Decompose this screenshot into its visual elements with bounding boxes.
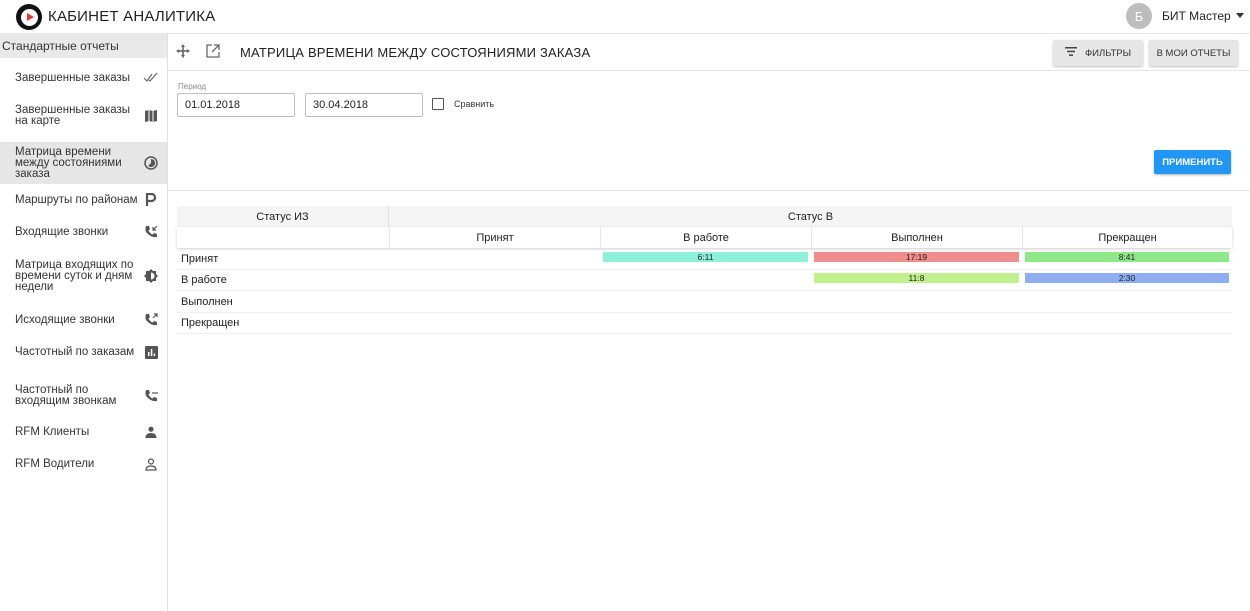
table-column-headers: Принят В работе Выполнен Прекращен bbox=[177, 227, 1232, 248]
timelapse-icon bbox=[143, 155, 159, 171]
status-to-header: Статус В bbox=[787, 210, 834, 223]
filters-button[interactable]: ФИЛЬТРЫ bbox=[1053, 40, 1143, 66]
column-header[interactable]: Принят bbox=[389, 227, 600, 248]
brightness-icon bbox=[143, 268, 159, 284]
incoming-call-icon bbox=[143, 224, 159, 240]
caret-down-icon[interactable] bbox=[1236, 13, 1244, 18]
table-row: Выполнен bbox=[177, 292, 1232, 313]
sidebar-item-incoming-calls-frequency[interactable]: Частотный по входящим звонкам bbox=[0, 374, 167, 418]
matrix-cell[interactable]: 6:11 bbox=[603, 252, 808, 262]
sidebar-item-incoming-calls[interactable]: Входящие звонки bbox=[0, 216, 167, 248]
sidebar-item-label: Маршруты по районам bbox=[15, 193, 138, 206]
sidebar-item-label: Завершенные заказы на карте bbox=[15, 104, 131, 127]
filters-panel: Период 01.01.2018 30.04.2018 Сравнить ПР… bbox=[168, 71, 1250, 191]
matrix-cell[interactable]: 11:8 bbox=[814, 273, 1019, 283]
sidebar-item-label: Матрица входящих по времени суток и дням… bbox=[15, 258, 134, 293]
sidebar-item-incoming-matrix[interactable]: Матрица входящих по времени суток и дням… bbox=[0, 248, 167, 304]
sidebar-item-rfm-clients[interactable]: RFM Клиенты bbox=[0, 416, 167, 448]
sidebar-item-label: Входящие звонки bbox=[15, 225, 109, 238]
add-to-my-reports-button[interactable]: В МОИ ОТЧЕТЫ bbox=[1149, 40, 1238, 66]
sidebar-item-order-status-matrix[interactable]: Матрица времени между состояниями заказа bbox=[0, 142, 167, 184]
sidebar: Стандартные отчеты Завершенные заказы За… bbox=[0, 34, 168, 611]
sidebar-item-label: Матрица времени между состояниями заказа bbox=[15, 145, 122, 180]
sidebar-item-order-frequency[interactable]: Частотный по заказам bbox=[0, 336, 167, 368]
sidebar-item-label: Частотный по входящим звонкам bbox=[15, 384, 117, 407]
open-external-icon[interactable] bbox=[206, 44, 220, 63]
compare-label[interactable]: Сравнить bbox=[454, 99, 494, 109]
matrix-cell[interactable]: 8:41 bbox=[1025, 252, 1229, 262]
column-header[interactable]: Прекращен bbox=[1022, 227, 1232, 248]
date-to-field[interactable]: 30.04.2018 bbox=[305, 93, 423, 117]
app-logo[interactable] bbox=[16, 4, 42, 30]
row-label: Прекращен bbox=[181, 317, 240, 329]
status-from-header: Статус ИЗ bbox=[177, 206, 389, 227]
filter-list-icon bbox=[1064, 47, 1077, 59]
page-title: МАТРИЦА ВРЕМЕНИ МЕЖДУ СОСТОЯНИЯМИ ЗАКАЗА bbox=[240, 45, 591, 60]
sidebar-item-label: Завершенные заказы bbox=[15, 71, 131, 84]
top-bar: КАБИНЕТ АНАЛИТИКА Б БИТ Мастер bbox=[0, 0, 1250, 34]
person-outline-icon bbox=[143, 456, 159, 472]
sidebar-item-label: Исходящие звонки bbox=[15, 313, 115, 326]
row-label: Принят bbox=[181, 253, 219, 265]
double-check-icon bbox=[143, 70, 159, 86]
move-icon[interactable] bbox=[176, 44, 190, 63]
sidebar-item-completed-orders-map[interactable]: Завершенные заказы на карте bbox=[0, 94, 167, 138]
row-label: В работе bbox=[181, 274, 227, 286]
user-name[interactable]: БИТ Мастер bbox=[1162, 9, 1231, 23]
sidebar-item-label: RFM Клиенты bbox=[15, 425, 90, 438]
sidebar-item-label: RFM Водители bbox=[15, 457, 95, 470]
sidebar-item-rfm-drivers[interactable]: RFM Водители bbox=[0, 448, 167, 480]
sidebar-item-completed-orders[interactable]: Завершенные заказы bbox=[0, 62, 167, 94]
parking-icon bbox=[143, 192, 159, 208]
period-label: Период bbox=[178, 82, 207, 91]
table-row: Прекращен bbox=[177, 313, 1232, 334]
outgoing-call-icon bbox=[143, 312, 159, 328]
avatar[interactable]: Б bbox=[1126, 3, 1152, 29]
person-icon bbox=[143, 424, 159, 440]
matrix-cell[interactable]: 2:30 bbox=[1025, 273, 1229, 283]
sidebar-section-title: Стандартные отчеты bbox=[0, 34, 167, 58]
app-title: КАБИНЕТ АНАЛИТИКА bbox=[48, 8, 216, 25]
phone-dots-icon bbox=[143, 388, 159, 404]
sidebar-item-district-routes[interactable]: Маршруты по районам bbox=[0, 184, 167, 216]
filters-button-label: ФИЛЬТРЫ bbox=[1084, 47, 1132, 59]
report-toolbar: МАТРИЦА ВРЕМЕНИ МЕЖДУ СОСТОЯНИЯМИ ЗАКАЗА… bbox=[168, 34, 1250, 71]
compare-checkbox[interactable] bbox=[432, 98, 444, 110]
matrix-cell[interactable]: 17:19 bbox=[814, 252, 1019, 262]
table-row: В работе 11:8 2:30 bbox=[177, 270, 1232, 291]
map-icon bbox=[143, 108, 159, 124]
sidebar-item-label: Частотный по заказам bbox=[15, 345, 135, 358]
column-header[interactable]: В работе bbox=[600, 227, 811, 248]
row-label: Выполнен bbox=[181, 296, 233, 308]
apply-button[interactable]: ПРИМЕНИТЬ bbox=[1154, 150, 1231, 174]
table-row: Принят 6:11 17:19 8:41 bbox=[177, 249, 1232, 270]
bar-chart-icon bbox=[143, 344, 159, 360]
column-header[interactable]: Выполнен bbox=[811, 227, 1022, 248]
table-header-group: Статус ИЗ Статус В bbox=[177, 206, 1232, 227]
date-from-field[interactable]: 01.01.2018 bbox=[177, 93, 295, 117]
sidebar-item-outgoing-calls[interactable]: Исходящие звонки bbox=[0, 304, 167, 336]
